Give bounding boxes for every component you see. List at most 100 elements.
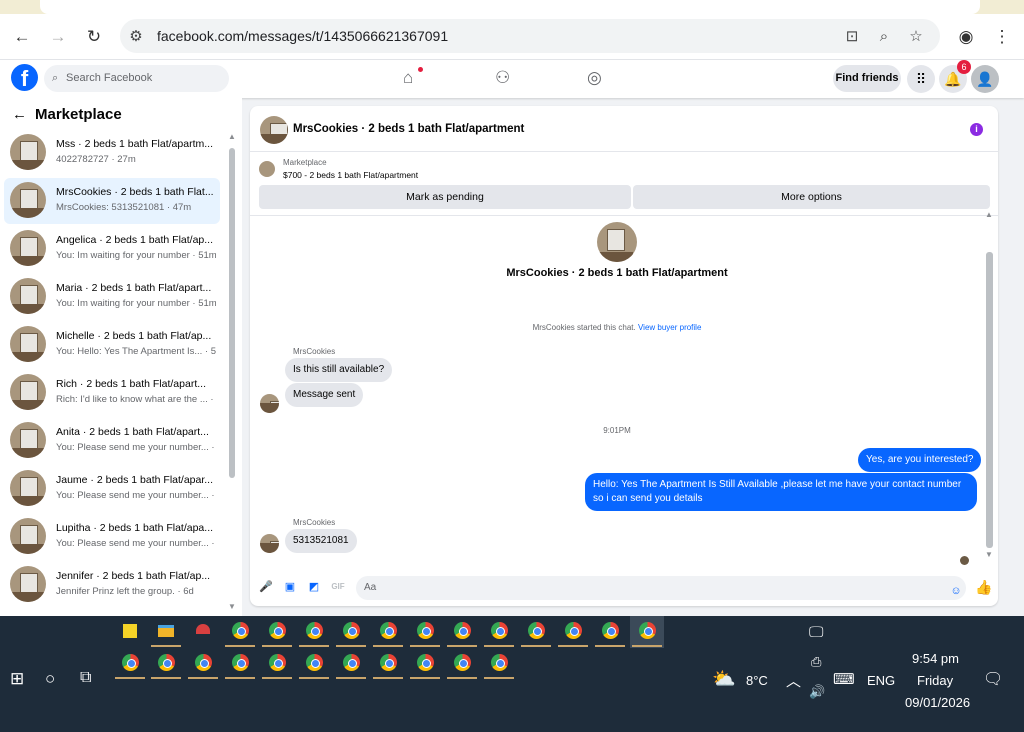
chrome-icon[interactable]: [519, 616, 553, 648]
like-thumb-icon[interactable]: 👍: [975, 579, 992, 595]
chrome-icon[interactable]: [149, 648, 183, 680]
info-icon[interactable]: i: [970, 123, 983, 136]
search-facebook-input[interactable]: ⌕ Search Facebook: [44, 65, 229, 92]
microphone-icon[interactable]: 🎤: [258, 579, 274, 595]
message-input[interactable]: Aa: [356, 576, 966, 600]
conversation-item[interactable]: Anita · 2 beds 1 bath Flat/apart... You: …: [4, 418, 220, 464]
task-view-icon[interactable]: ⧉: [80, 669, 91, 687]
install-icon[interactable]: ⊡: [842, 26, 862, 46]
incoming-message[interactable]: Message sent: [285, 383, 364, 407]
chrome-icon[interactable]: [445, 648, 479, 680]
weather-icon[interactable]: ⛅: [712, 667, 736, 691]
emoji-icon[interactable]: ☺: [948, 583, 964, 599]
chrome-icon[interactable]: [260, 616, 294, 648]
sticky-notes-icon[interactable]: [113, 616, 147, 648]
file-explorer-icon[interactable]: [149, 616, 183, 648]
meet-icon[interactable]: ⎙: [811, 654, 821, 670]
conversation-item-active[interactable]: MrsCookies · 2 beds 1 bath Flat... MrsCoo…: [4, 178, 220, 224]
sticker-icon[interactable]: ◩: [306, 579, 322, 595]
back-icon[interactable]: ←: [9, 24, 35, 50]
incoming-message[interactable]: Is this still available?: [285, 358, 393, 382]
view-buyer-profile-link[interactable]: View buyer profile: [638, 323, 701, 332]
address-bar[interactable]: ⚙ facebook.com/messages/t/14350666213670…: [120, 19, 940, 53]
clock-time[interactable]: 9:54 pm: [912, 651, 959, 666]
chrome-icon[interactable]: [371, 648, 405, 680]
outgoing-message[interactable]: Hello: Yes The Apartment Is Still Availa…: [585, 473, 977, 511]
conversation-item[interactable]: Jaume · 2 beds 1 bath Flat/apar... You: P…: [4, 466, 220, 512]
conversation-item[interactable]: Lupitha · 2 beds 1 bath Flat/apa... You: …: [4, 514, 220, 560]
account-avatar[interactable]: 👤: [971, 65, 999, 93]
conversation-item[interactable]: Angelica · 2 beds 1 bath Flat/ap... You: …: [4, 226, 220, 272]
app-icon[interactable]: [186, 616, 220, 648]
language-indicator[interactable]: ENG: [867, 673, 895, 688]
chrome-icon[interactable]: [186, 648, 220, 680]
chrome-icon[interactable]: [334, 648, 368, 680]
zoom-icon[interactable]: ⌕: [874, 26, 894, 46]
gif-icon[interactable]: GIF: [330, 579, 346, 595]
site-info-icon[interactable]: ⚙: [126, 26, 146, 46]
active-tab[interactable]: [40, 0, 980, 14]
more-options-button[interactable]: More options: [633, 185, 990, 209]
conversation-item[interactable]: Rich · 2 beds 1 bath Flat/apart... Rich: …: [4, 370, 220, 416]
tray-chevron-icon[interactable]: ︿: [786, 670, 801, 691]
volume-icon[interactable]: 🔊: [809, 684, 825, 700]
weather-temperature[interactable]: 8°C: [746, 673, 768, 688]
friends-icon[interactable]: ⚇: [495, 68, 510, 88]
chrome-icon[interactable]: [482, 616, 516, 648]
bookmark-star-icon[interactable]: ☆: [906, 26, 926, 46]
conversation-item[interactable]: Jennifer · 2 beds 1 bath Flat/ap... Jenni…: [4, 562, 220, 608]
chrome-icon[interactable]: [371, 616, 405, 648]
chat-scrollbar[interactable]: [986, 252, 993, 548]
mark-as-pending-button[interactable]: Mark as pending: [259, 185, 631, 209]
sidebar-scrollbar[interactable]: [229, 148, 235, 478]
back-arrow-icon[interactable]: ←: [12, 106, 27, 123]
chrome-icon-active[interactable]: [630, 616, 664, 648]
listing-thumbnail[interactable]: [259, 161, 275, 177]
reload-icon[interactable]: ↻: [81, 24, 107, 50]
scroll-down-icon[interactable]: ▼: [228, 602, 236, 611]
network-icon[interactable]: 🖵: [809, 624, 823, 641]
scroll-down-icon[interactable]: ▼: [985, 550, 993, 559]
scroll-up-icon[interactable]: ▲: [228, 132, 236, 141]
profile-icon[interactable]: ◉: [953, 24, 979, 50]
avatar[interactable]: [597, 222, 637, 262]
url-text[interactable]: facebook.com/messages/t/1435066621367091: [157, 28, 448, 44]
chrome-icon[interactable]: [334, 616, 368, 648]
avatar[interactable]: [260, 116, 288, 144]
conversation-item[interactable]: Maria · 2 beds 1 bath Flat/apart... You: …: [4, 274, 220, 320]
photo-icon[interactable]: ▣: [282, 579, 298, 595]
chrome-icon[interactable]: [408, 648, 442, 680]
incoming-message[interactable]: 5313521081: [285, 529, 357, 553]
conversation-item[interactable]: Mss · 2 beds 1 bath Flat/apartm... 402278…: [4, 130, 220, 176]
clock-date[interactable]: 09/01/2026: [905, 695, 970, 710]
chat-title[interactable]: MrsCookies · 2 beds 1 bath Flat/apartmen…: [293, 123, 524, 135]
chrome-icon[interactable]: [593, 616, 627, 648]
forward-icon[interactable]: →: [45, 24, 71, 50]
outgoing-message[interactable]: Yes, are you interested?: [858, 448, 982, 472]
chrome-icon[interactable]: [445, 616, 479, 648]
chrome-icon[interactable]: [297, 648, 331, 680]
action-center-icon[interactable]: 🗨: [983, 669, 1003, 689]
keyboard-icon[interactable]: ⌨: [833, 670, 855, 688]
menu-dots-icon[interactable]: ⋮: [989, 24, 1015, 50]
home-icon[interactable]: ⌂: [403, 68, 413, 88]
chrome-icon[interactable]: [223, 616, 257, 648]
menu-grid-icon[interactable]: ⠿: [907, 65, 935, 93]
chrome-icon[interactable]: [260, 648, 294, 680]
avatar: [10, 278, 46, 314]
chrome-icon[interactable]: [113, 648, 147, 680]
facebook-logo[interactable]: f: [11, 64, 38, 91]
windows-start-icon[interactable]: ⊞: [10, 669, 24, 689]
chrome-icon[interactable]: [482, 648, 516, 680]
search-circle-icon[interactable]: ○: [45, 669, 55, 689]
chrome-icon[interactable]: [223, 648, 257, 680]
chrome-icon[interactable]: [556, 616, 590, 648]
scroll-up-icon[interactable]: ▲: [985, 210, 993, 219]
clock-day[interactable]: Friday: [917, 673, 953, 688]
conversation-item[interactable]: Michelle · 2 beds 1 bath Flat/ap... You: …: [4, 322, 220, 368]
chrome-icon[interactable]: [297, 616, 331, 648]
find-friends-button[interactable]: Find friends: [833, 65, 901, 92]
groups-icon[interactable]: ◎: [587, 68, 602, 88]
listing-title[interactable]: $700 - 2 beds 1 bath Flat/apartment: [283, 170, 418, 180]
chrome-icon[interactable]: [408, 616, 442, 648]
